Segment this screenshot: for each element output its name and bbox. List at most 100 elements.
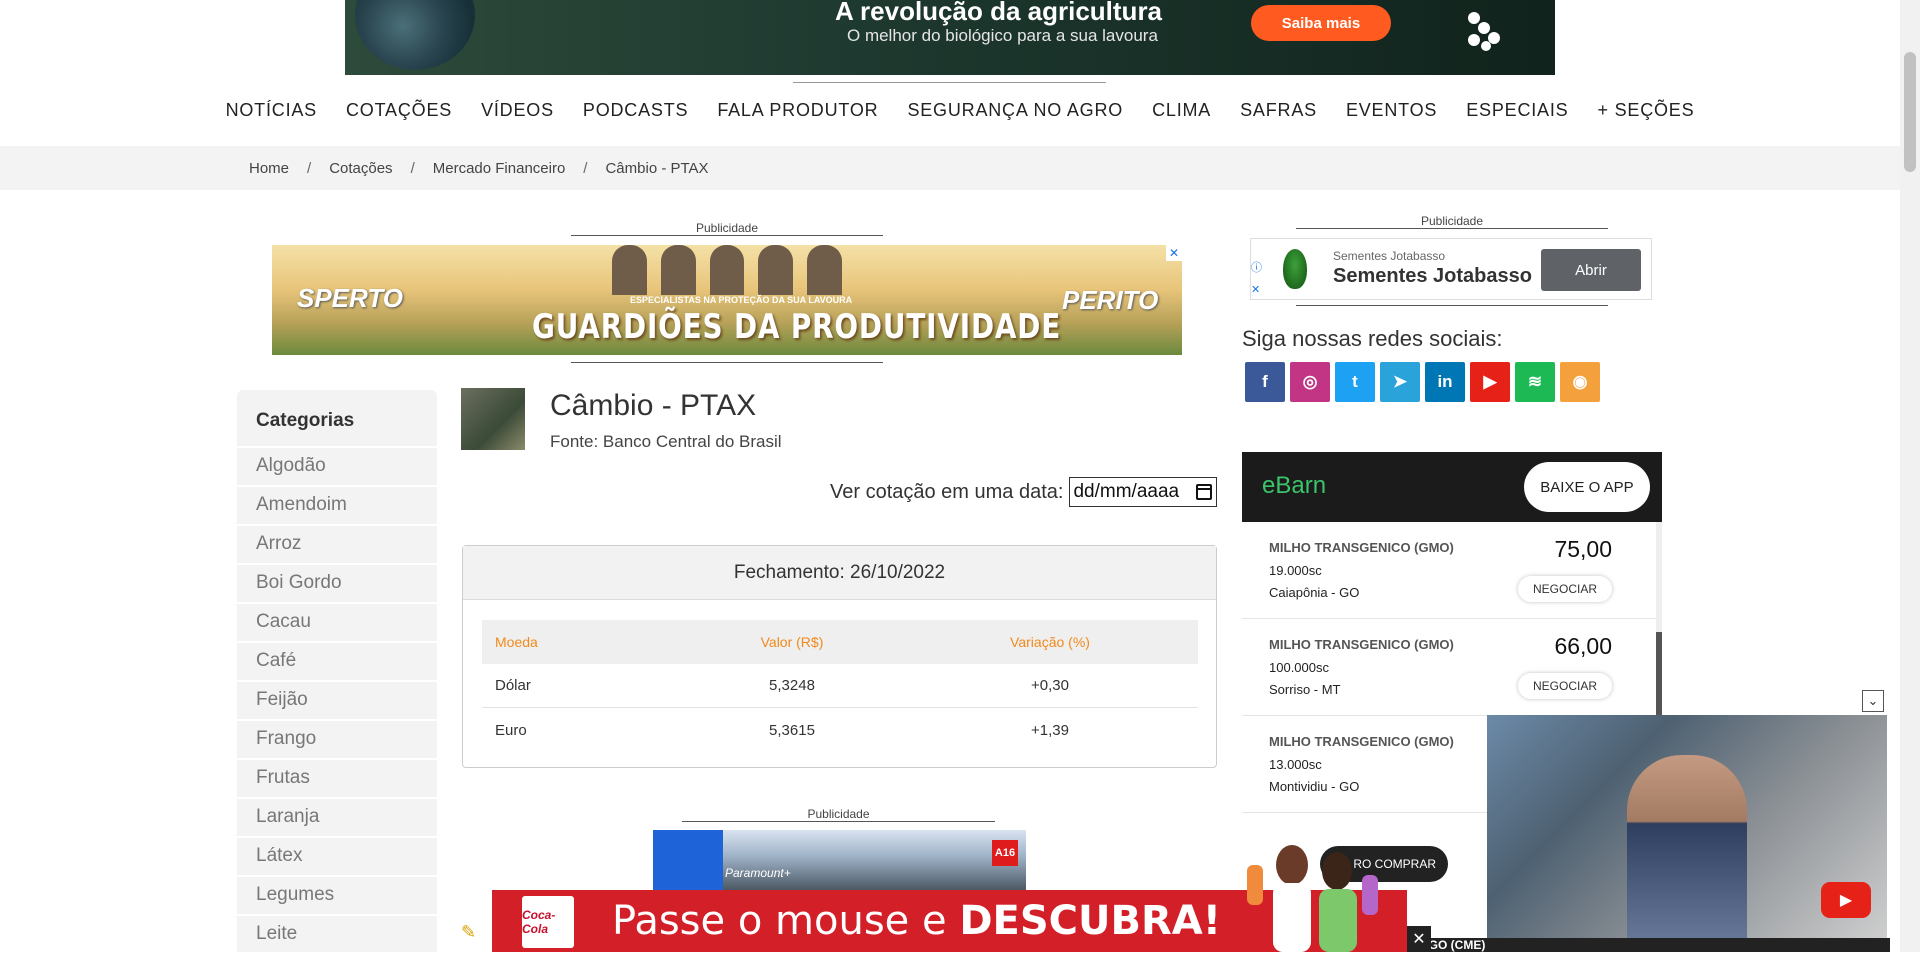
cell-currency: Dólar [495,677,531,694]
instagram-icon[interactable]: ◎ [1290,362,1330,402]
bottom-sticky-ad[interactable]: Coca-Cola Passe o mouse e DESCUBRA! ✕ [492,845,1431,952]
ad-left-brand: SPERTO [297,283,403,313]
breadcrumb-bar: Home / Cotações / Mercado Financeiro / C… [0,146,1900,190]
top-banner-ad[interactable]: A revolução da agricultura O melhor do b… [345,0,1555,75]
twitter-icon[interactable]: t [1335,362,1375,402]
date-picker-row: Ver cotação em uma data: dd/mm/aaaa [830,477,1218,507]
category-item[interactable]: Látex [237,836,437,875]
ticker-strip: AGO (CME) [1410,938,1890,952]
nav-item-videos[interactable]: VÍDEOS [481,100,554,130]
quote-card: Fechamento: 26/10/2022 Moeda Valor (R$) … [462,545,1217,768]
side-ad[interactable]: ⓘ ✕ Sementes Jotabasso Sementes Jotabass… [1250,238,1652,300]
telegram-icon[interactable]: ➤ [1380,362,1420,402]
cell-variation: +0,30 [1031,677,1069,694]
ad-right-brand: PERITO [1062,285,1159,315]
header-variacao: Variação (%) [1010,634,1090,650]
nav-item-especiais[interactable]: ESPECIAIS [1466,100,1568,130]
video-frame-image [1627,755,1747,940]
nav-item-podcasts[interactable]: PODCASTS [583,100,688,130]
cell-currency: Euro [495,721,527,739]
scrollbar-thumb[interactable] [1904,52,1916,172]
calendar-icon[interactable] [1196,484,1213,500]
bottom-ad-text-prefix: Passe o mouse e [612,898,960,944]
ebarn-logo[interactable]: eBarn [1262,472,1326,500]
table-header-row: Moeda Valor (R$) Variação (%) [482,620,1198,664]
breadcrumb-cotacoes[interactable]: Cotações [329,160,392,177]
linkedin-icon[interactable]: in [1425,362,1465,402]
cell-variation: +1,39 [1031,721,1069,739]
bottom-ad-text-bold: DESCUBRA! [959,898,1221,944]
youtube-play-icon[interactable]: ▶ [1821,882,1871,918]
rss-icon[interactable]: ◉ [1560,362,1600,402]
categories-title: Categorias [256,410,355,431]
date-label: Ver cotação em uma data: [830,480,1064,503]
facebook-icon[interactable]: f [1245,362,1285,402]
category-item[interactable]: Frango [237,719,437,758]
category-item[interactable]: Algodão [237,446,437,485]
nav-item-safras[interactable]: SAFRAS [1240,100,1317,130]
header-valor: Valor (R$) [760,634,824,650]
ad-label: Publicidade [571,221,883,236]
category-item[interactable]: Legumes [237,875,437,914]
ad-close-icon[interactable]: ✕ [1251,283,1267,299]
nav-item-noticias[interactable]: NOTÍCIAS [226,100,317,130]
banner-cta-button[interactable]: Saiba mais [1251,5,1391,41]
nav-item-fala-produtor[interactable]: FALA PRODUTOR [717,100,878,130]
table-row: Euro 5,3615 +1,39 [482,708,1198,752]
negotiate-button[interactable]: NEGOCIAR [1518,576,1612,602]
ad-rating-badge: A16 [992,840,1018,866]
category-item[interactable]: Cacau [237,602,437,641]
ad-open-button[interactable]: Abrir [1541,249,1641,291]
youtube-icon[interactable]: ▶ [1470,362,1510,402]
mid-ad[interactable]: Paramount+ A16 [653,830,1026,895]
breadcrumb: Home / Cotações / Mercado Financeiro / C… [249,160,709,177]
collapse-video-icon[interactable]: ⌄ [1862,690,1884,712]
download-app-button[interactable]: BAIXE O APP [1524,462,1650,512]
banner-subline: O melhor do biológico para a sua lavoura [847,26,1158,45]
brand-logo-icon [1468,12,1500,51]
breadcrumb-mercado-financeiro[interactable]: Mercado Financeiro [433,160,566,177]
ad-divider [1296,305,1608,306]
nav-item-clima[interactable]: CLIMA [1152,100,1211,130]
offer-item: MILHO TRANSGENICO (GMO) 19.000sc Caiapôn… [1242,522,1662,619]
category-item[interactable]: Laranja [237,797,437,836]
nav-item-cotacoes[interactable]: COTAÇÕES [346,100,452,130]
spotify-icon[interactable]: ≋ [1515,362,1555,402]
banner-headline: A revolução da agricultura [835,0,1163,26]
category-item[interactable]: Leite [237,914,437,953]
nav-item-seguranca[interactable]: SEGURANÇA NO AGRO [907,100,1123,130]
ad-slogan: GUARDIÕES DA PRODUTIVIDADE [532,307,1062,347]
main-nav: NOTÍCIAS COTAÇÕES VÍDEOS PODCASTS FALA P… [0,100,1920,130]
ad-label: Publicidade [1296,214,1608,229]
ad-info-icon[interactable]: ⓘ [1251,259,1267,275]
main-ad-banner[interactable]: SPERTO ESPECIALISTAS NA PROTEÇÃO DA SUA … [272,245,1182,355]
page-scrollbar[interactable] [1900,0,1920,952]
breadcrumb-separator: / [307,160,312,177]
quote-thumbnail [461,388,525,450]
breadcrumb-current: Câmbio - PTAX [605,160,709,177]
floating-video-player[interactable]: ▶ [1487,715,1887,940]
ad-close-icon[interactable]: ✕ [1166,245,1182,261]
category-item[interactable]: Arroz [237,524,437,563]
nav-item-mais-secoes[interactable]: + SEÇÕES [1597,100,1694,130]
category-item[interactable]: Café [237,641,437,680]
header-moeda: Moeda [495,634,538,650]
close-ad-icon[interactable]: ✕ [1407,926,1431,952]
cell-value: 5,3615 [769,721,815,739]
categories-sidebar: Categorias Algodão Amendoim Arroz Boi Go… [237,390,437,952]
category-item[interactable]: Feijão [237,680,437,719]
ad-tagline: ESPECIALISTAS NA PROTEÇÃO DA SUA LAVOURA [630,295,853,305]
nav-item-eventos[interactable]: EVENTOS [1346,100,1437,130]
date-input[interactable]: dd/mm/aaaa [1069,477,1218,507]
breadcrumb-home[interactable]: Home [249,160,289,177]
ad-divider [571,362,883,363]
negotiate-button[interactable]: NEGOCIAR [1518,673,1612,699]
offer-price: 75,00 [1554,536,1612,562]
cell-value: 5,3248 [769,677,815,694]
breadcrumb-separator: / [410,160,415,177]
category-item[interactable]: Amendoim [237,485,437,524]
category-item[interactable]: Boi Gordo [237,563,437,602]
quote-table: Moeda Valor (R$) Variação (%) Dólar 5,32… [482,620,1198,752]
category-item[interactable]: Frutas [237,758,437,797]
page-title: Câmbio - PTAX [550,389,757,422]
